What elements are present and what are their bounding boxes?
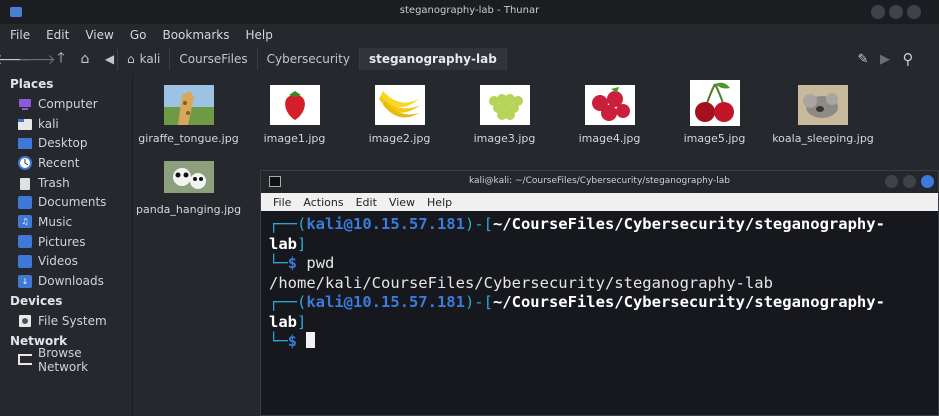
trash-icon [18, 176, 32, 190]
file-item[interactable]: image5.jpg [662, 80, 767, 145]
sidebar-item-documents[interactable]: Documents [0, 192, 132, 212]
drive-icon [18, 314, 32, 327]
text-cursor [306, 332, 316, 348]
edit-location-pencil-icon[interactable]: ✎ [852, 48, 874, 70]
computer-icon [18, 97, 32, 110]
terminal-menu-bar: File Actions Edit View Help [261, 193, 938, 211]
strawberry-thumbnail [269, 85, 320, 125]
menu-bookmarks[interactable]: Bookmarks [162, 28, 229, 42]
sidebar-item-pictures[interactable]: Pictures [0, 232, 132, 252]
documents-folder-icon [18, 195, 32, 209]
videos-folder-icon [18, 254, 32, 268]
menu-bar: File Edit View Go Bookmarks Help [0, 24, 939, 45]
file-item[interactable]: panda_hanging.jpg [136, 161, 241, 216]
file-item[interactable]: image3.jpg [452, 85, 557, 145]
prompt-directory: ~/CourseFiles/Cybersecurity/steganograph… [492, 215, 885, 233]
breadcrumb-kali[interactable]: ⌂ kali [118, 48, 171, 70]
places-heading: Places [10, 77, 54, 91]
title-bar[interactable]: steganography-lab - Thunar [0, 0, 939, 24]
music-folder-icon: ♫ [18, 215, 32, 229]
breadcrumb-steganography-lab[interactable]: steganography-lab [359, 48, 507, 70]
prompt-directory-wrap: lab [269, 312, 297, 331]
terminal-title-bar[interactable]: kali@kali: ~/CourseFiles/Cybersecurity/s… [261, 171, 938, 193]
sidebar-item-videos[interactable]: Videos [0, 252, 132, 272]
sidebar-item-downloads[interactable]: ↓ Downloads [0, 271, 132, 291]
prompt-directory: ~/CourseFiles/Cybersecurity/steganograph… [492, 293, 885, 311]
parent-folder-arrow-icon[interactable]: 🡑 [50, 48, 72, 70]
terminal-scrollbar[interactable] [932, 211, 936, 411]
network-icon [18, 354, 32, 367]
command-text: pwd [306, 254, 335, 272]
terminal-menu-file[interactable]: File [273, 196, 291, 209]
panda-thumbnail [163, 161, 214, 193]
downloads-folder-icon: ↓ [18, 274, 32, 288]
terminal-menu-view[interactable]: View [389, 196, 415, 209]
koala-thumbnail [798, 85, 848, 125]
grapes-thumbnail [479, 85, 530, 125]
sidebar-item-recent[interactable]: Recent [0, 153, 132, 173]
terminal-output[interactable]: ┌──(kali@10.15.57.181)-[~/CourseFiles/Cy… [261, 211, 938, 356]
devices-heading: Devices [10, 293, 63, 308]
file-item[interactable]: image4.jpg [557, 85, 662, 145]
terminal-maximize-button[interactable] [903, 175, 916, 188]
file-item[interactable]: image1.jpg [242, 85, 347, 145]
terminal-window: kali@kali: ~/CourseFiles/Cybersecurity/s… [260, 170, 939, 416]
forward-arrow-icon[interactable]: 🡒 [18, 48, 56, 70]
breadcrumb-scroll-right-icon[interactable]: ▶ [874, 48, 896, 70]
search-icon[interactable]: ⚲ [897, 48, 919, 70]
prompt-user-host: kali@10.15.57.181 [306, 293, 465, 311]
terminal-title: kali@kali: ~/CourseFiles/Cybersecurity/s… [468, 176, 731, 186]
terminal-menu-actions[interactable]: Actions [303, 196, 343, 209]
sidebar-item-desktop[interactable]: Desktop [0, 133, 132, 153]
prompt-directory-wrap: lab [269, 234, 297, 253]
menu-file[interactable]: File [10, 28, 30, 42]
sidebar-item-browse-network[interactable]: Browse Network [0, 346, 132, 374]
raspberries-thumbnail [584, 85, 635, 125]
command-output: /home/kali/CourseFiles/Cybersecurity/ste… [269, 273, 773, 292]
desktop-icon [18, 137, 32, 150]
home-icon: ⌂ [127, 52, 135, 66]
terminal-menu-edit[interactable]: Edit [356, 196, 377, 209]
prompt-user-host: kali@10.15.57.181 [306, 215, 465, 233]
breadcrumb-scroll-left-icon[interactable]: ◀ [102, 48, 118, 70]
sidebar-item-file-system[interactable]: File System [0, 311, 132, 331]
menu-view[interactable]: View [85, 28, 113, 42]
minimize-button[interactable] [871, 5, 885, 19]
pictures-folder-icon [18, 235, 32, 249]
terminal-menu-help[interactable]: Help [427, 196, 452, 209]
giraffe-thumbnail [163, 85, 214, 125]
home-folder-icon [18, 117, 32, 130]
cherries-thumbnail [689, 80, 740, 126]
terminal-minimize-button[interactable] [885, 175, 898, 188]
home-icon[interactable]: ⌂ [74, 48, 96, 70]
sidebar-item-music[interactable]: ♫ Music [0, 212, 132, 232]
menu-edit[interactable]: Edit [46, 28, 69, 42]
breadcrumb-cybersecurity[interactable]: Cybersecurity [258, 48, 360, 70]
menu-go[interactable]: Go [130, 28, 147, 42]
maximize-button[interactable] [889, 5, 903, 19]
window-title: steganography-lab - Thunar [399, 5, 540, 16]
recent-icon [18, 155, 32, 170]
toolbar: 🡐 🡒 🡑 ⌂ ◀ ⌂ kali CourseFiles Cybersecurit… [0, 45, 939, 73]
file-item[interactable]: giraffe_tongue.jpg [136, 85, 241, 145]
sidebar-item-trash[interactable]: Trash [0, 173, 132, 193]
sidebar-item-kali[interactable]: kali [0, 114, 132, 134]
sidebar: Places Computer kali Desktop Recent Tras… [0, 74, 133, 416]
file-item[interactable]: koala_sleeping.jpg [768, 85, 878, 145]
terminal-close-button[interactable] [921, 175, 934, 188]
bananas-thumbnail [374, 85, 425, 125]
close-button[interactable] [907, 5, 921, 19]
breadcrumb: ◀ ⌂ kali CourseFiles Cybersecurity stegan… [102, 48, 507, 70]
breadcrumb-coursefiles[interactable]: CourseFiles [170, 48, 258, 70]
menu-help[interactable]: Help [246, 28, 273, 42]
file-item[interactable]: image2.jpg [347, 85, 452, 145]
sidebar-item-computer[interactable]: Computer [0, 94, 132, 114]
